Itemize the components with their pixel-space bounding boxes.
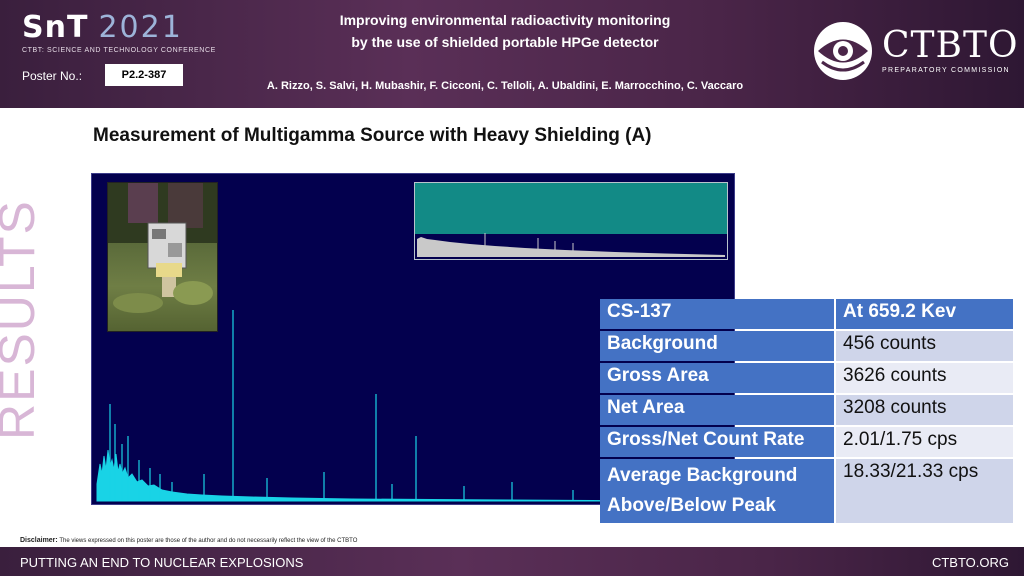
- section-heading: Measurement of Multigamma Source with He…: [93, 125, 652, 146]
- ctbto-logo-name: CTBTO: [882, 25, 1019, 66]
- spectrum-inset-trace: [417, 233, 725, 257]
- detector-photo: [107, 182, 218, 332]
- footer-website-link[interactable]: CTBTO.ORG: [932, 555, 1009, 570]
- cs137-results-table: CS-137 At 659.2 Kev Background 456 count…: [598, 297, 1015, 525]
- poster-number: P2.2-387: [105, 64, 183, 86]
- ctbto-logo-subtitle: PREPARATORY COMMISSION: [882, 67, 1010, 74]
- snt-logo-brand: SnT: [22, 10, 89, 45]
- table-row-label: Background: [600, 331, 834, 361]
- snt-2021-logo: SnT 2021 CTBT: SCIENCE AND TECHNOLOGY CON…: [22, 10, 216, 54]
- header-banner: SnT 2021 CTBT: SCIENCE AND TECHNOLOGY CON…: [0, 0, 1024, 108]
- disclaimer-text: The views expressed on this poster are t…: [59, 538, 358, 544]
- table-row-value: 18.33/21.33 cps: [836, 459, 1013, 523]
- footer-slogan: PUTTING AN END TO NUCLEAR EXPLOSIONS: [20, 555, 304, 570]
- poster-title-line-2: by the use of shielded portable HPGe det…: [351, 34, 659, 50]
- table-header-row: CS-137 At 659.2 Kev: [600, 299, 1013, 329]
- table-row-value: 3208 counts: [836, 395, 1013, 425]
- table-row-value: 3626 counts: [836, 363, 1013, 393]
- results-side-label: RESULTS: [0, 199, 45, 440]
- snt-logo-subtitle: CTBT: SCIENCE AND TECHNOLOGY CONFERENCE: [22, 47, 216, 54]
- spectrum-inset: [414, 182, 728, 260]
- disclaimer: Disclaimer: The views expressed on this …: [20, 537, 357, 544]
- table-row: Net Area 3208 counts: [600, 395, 1013, 425]
- ctbto-logo: CTBTO PREPARATORY COMMISSION: [812, 20, 1019, 82]
- poster-title: Improving environmental radioactivity mo…: [270, 9, 740, 53]
- detector-photo-image: [108, 183, 217, 313]
- table-row-value: 456 counts: [836, 331, 1013, 361]
- table-row: Gross Area 3626 counts: [600, 363, 1013, 393]
- poster-number-label: Poster No.:: [22, 69, 83, 83]
- table-header-value: At 659.2 Kev: [836, 299, 1013, 329]
- table-header-label: CS-137: [600, 299, 834, 329]
- table-row-label: Gross/Net Count Rate: [600, 427, 834, 457]
- ctbto-eye-emblem-icon: [814, 22, 872, 80]
- table-row: Gross/Net Count Rate 2.01/1.75 cps: [600, 427, 1013, 457]
- table-row: Background 456 counts: [600, 331, 1013, 361]
- table-row-label: Gross Area: [600, 363, 834, 393]
- table-row: Average Background Above/Below Peak 18.3…: [600, 459, 1013, 523]
- table-row-label: Net Area: [600, 395, 834, 425]
- table-row-value: 2.01/1.75 cps: [836, 427, 1013, 457]
- disclaimer-label: Disclaimer:: [20, 537, 58, 544]
- snt-logo-year: 2021: [98, 10, 183, 45]
- poster-title-line-1: Improving environmental radioactivity mo…: [339, 12, 671, 28]
- table-row-label: Average Background Above/Below Peak: [600, 459, 834, 523]
- footer-banner: PUTTING AN END TO NUCLEAR EXPLOSIONS CTB…: [0, 547, 1024, 576]
- poster-authors: A. Rizzo, S. Salvi, H. Mubashir, F. Cicc…: [266, 80, 744, 92]
